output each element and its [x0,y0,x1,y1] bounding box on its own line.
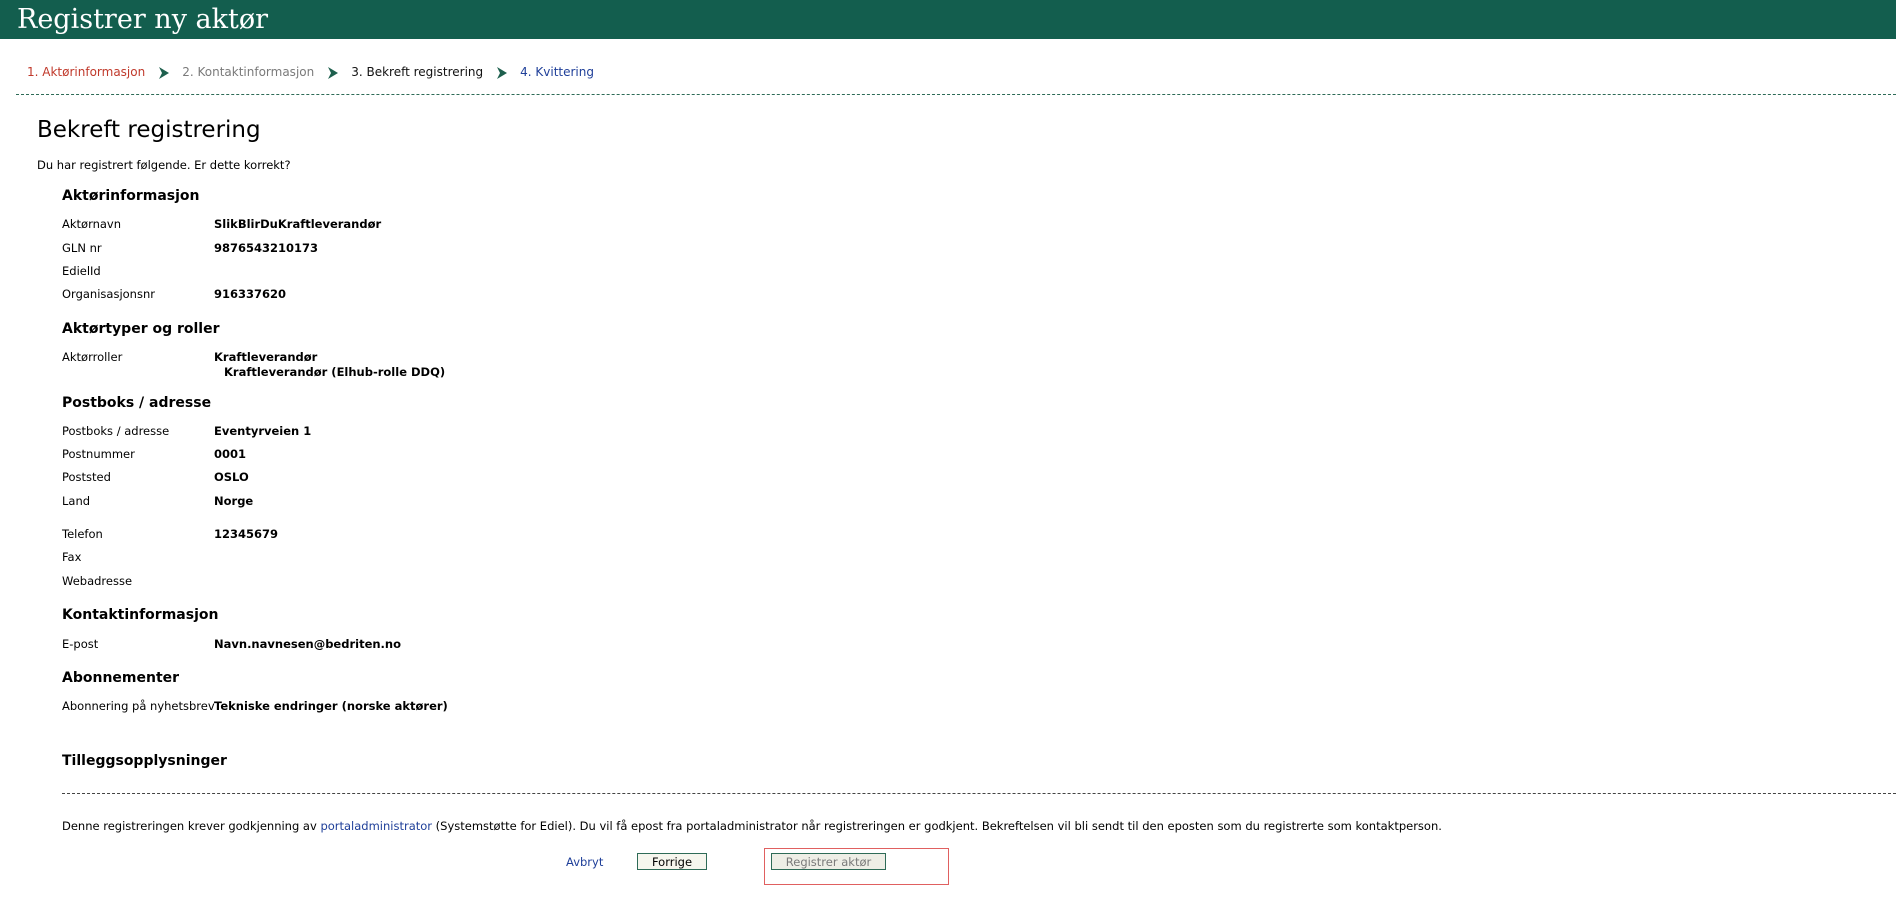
address-value: Eventyrveien 1 [214,424,312,438]
actor-name-label: Aktørnavn [62,217,122,231]
chevron-right-icon [497,67,508,79]
section-subscriptions-heading: Abonnementer [62,670,180,686]
fax-label: Fax [62,550,82,564]
register-actor-button[interactable]: Registrer aktør [771,853,886,870]
previous-button[interactable]: Forrige [637,853,707,870]
role-value-sub: Kraftleverandør (Elhub-rolle DDQ) [224,365,446,379]
zip-label: Postnummer [62,447,135,461]
phone-label: Telefon [62,527,103,541]
section-roles-heading: Aktørtyper og roller [62,321,220,337]
newsletter-label: Abonnering på nyhetsbrev [62,699,215,713]
city-value: OSLO [214,470,249,484]
step-receipt: 4. Kvittering [520,65,594,79]
header-bar: Registrer ny aktør [0,0,1896,39]
country-label: Land [62,494,91,508]
step-confirm: 3. Bekreft registrering [351,65,484,79]
email-label: E-post [62,637,99,651]
address-label: Postboks / adresse [62,424,170,438]
portal-admin-link[interactable]: portaladministrator [320,819,432,833]
ediel-label: EdielId [62,264,101,278]
notice-text-before: Denne registreringen krever godkjenning … [62,819,321,833]
city-label: Poststed [62,470,111,484]
intro-text: Du har registrert følgende. Er dette kor… [37,158,291,172]
section-address-heading: Postboks / adresse [62,395,212,411]
step-contact-info: 2. Kontaktinformasjon [182,65,315,79]
approval-notice: Denne registreringen krever godkjenning … [62,819,1442,834]
role-value: Kraftleverandør [214,350,318,364]
divider [16,94,1896,95]
divider [62,793,1896,794]
chevron-right-icon [328,67,339,79]
email-value: Navn.navnesen@bedriten.no [214,637,402,651]
section-actor-info-heading: Aktørinformasjon [62,188,200,204]
roles-label: Aktørroller [62,350,123,364]
page-title: Bekreft registrering [37,117,261,143]
country-value: Norge [214,494,254,508]
section-contact-heading: Kontaktinformasjon [62,607,219,623]
actor-name-value: SlikBlirDuKraftleverandør [214,217,382,231]
phone-value: 12345679 [214,527,279,541]
app-title: Registrer ny aktør [17,4,269,35]
org-number-label: Organisasjonsnr [62,287,155,301]
chevron-right-icon [159,67,170,79]
step-actor-info[interactable]: 1. Aktørinformasjon [27,64,145,80]
web-label: Webadresse [62,574,133,588]
section-additional-heading: Tilleggsopplysninger [62,753,227,769]
zip-value: 0001 [214,447,247,461]
newsletter-value: Tekniske endringer (norske aktører) [214,699,448,713]
gln-label: GLN nr [62,241,102,255]
gln-value: 9876543210173 [214,241,319,255]
wizard-steps: 1. Aktørinformasjon 2. Kontaktinformasjo… [27,64,594,80]
org-number-value: 916337620 [214,287,287,301]
cancel-link[interactable]: Avbryt [566,855,603,870]
notice-text-after: (Systemstøtte for Ediel). Du vil få epos… [432,819,1442,833]
